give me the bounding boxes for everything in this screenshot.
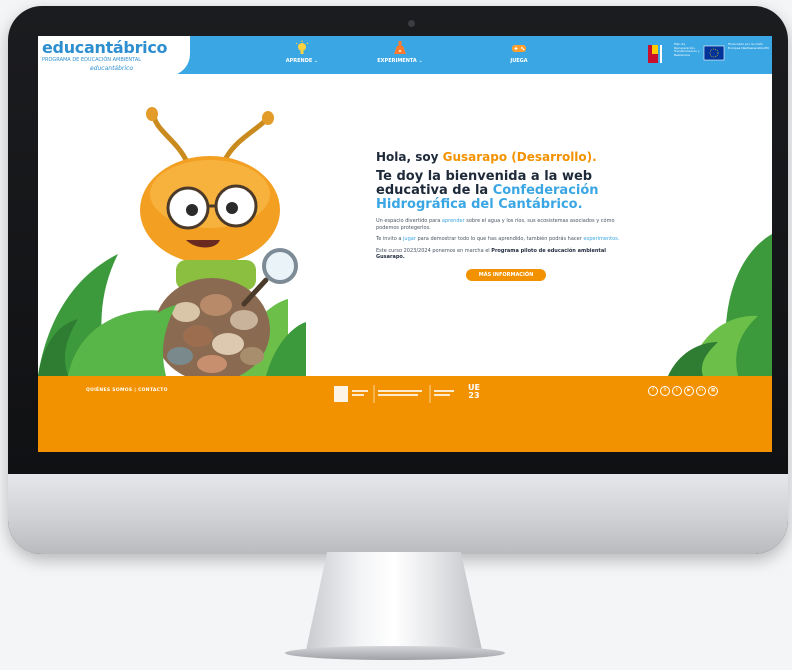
link-jugar[interactable]: jugar <box>403 236 416 242</box>
nav-label-experimenta: EXPERIMENTA ⌄ <box>377 58 423 64</box>
hero-welcome-title: Te doy la bienvenida a la web educativa … <box>376 170 626 212</box>
social-links: f Xt ▶ in ▦ <box>648 386 720 405</box>
flickr-icon[interactable]: ▦ <box>708 386 718 396</box>
gusarapo-mascot-illustration <box>116 107 306 376</box>
nav-item-aprende[interactable]: APRENDE ⌄ <box>282 40 322 64</box>
p1-text-a: Un espacio divertido para <box>376 218 442 224</box>
right-plants-illustration <box>668 234 772 376</box>
screen: educantábrico PROGRAMA DE EDUCACIÓN AMBI… <box>38 36 772 452</box>
twitter-icon[interactable]: t <box>672 386 682 396</box>
x-twitter-icon[interactable]: X <box>660 386 670 396</box>
ue23-logo: UE 23 <box>468 384 480 400</box>
logo-subtitle-2: educantábrico <box>90 65 134 72</box>
hero-paragraph-1: Un espacio divertido para aprender sobre… <box>376 218 626 231</box>
facebook-icon[interactable]: f <box>648 386 658 396</box>
footer: QUIÉNES SOMOS | CONTACTO UE 23 f Xt ▶ in ▦ <box>38 376 772 452</box>
monitor-base <box>285 646 505 660</box>
nav-label-aprende: APRENDE ⌄ <box>285 58 319 64</box>
more-info-button[interactable]: MÁS INFORMACIÓN <box>466 268 546 281</box>
p3-text-a: Este curso 2023/2024 ponemos en marcha e… <box>376 247 492 254</box>
site-logo[interactable]: educantábrico PROGRAMA DE EDUCACIÓN AMBI… <box>38 36 190 76</box>
link-experimentos[interactable]: experimentos. <box>583 236 619 242</box>
top-nav: educantábrico PROGRAMA DE EDUCACIÓN AMBI… <box>38 36 772 76</box>
gamepad-icon <box>512 45 526 52</box>
hero-section: Hola, soy Gusarapo (Desarrollo). Te doy … <box>38 74 772 376</box>
camera-dot <box>408 20 415 27</box>
p2-text-b: para demostrar todo lo que has aprendido… <box>415 236 584 242</box>
hero-paragraph-3: Este curso 2023/2024 ponemos en marcha e… <box>376 248 626 261</box>
hero-paragraph-2: Te invito a jugar para demostrar todo lo… <box>376 236 626 243</box>
hero-greeting: Hola, soy Gusarapo (Desarrollo). <box>376 150 626 164</box>
logo-subtitle: PROGRAMA DE EDUCACIÓN AMBIENTAL <box>42 57 142 63</box>
flask-icon <box>394 41 406 54</box>
monitor-stand <box>306 552 482 650</box>
eu-text-2: Financiado por la Unión Europea NextGene… <box>728 42 770 50</box>
greeting-name: Gusarapo (Desarrollo). <box>442 150 597 164</box>
footer-links[interactable]: QUIÉNES SOMOS | CONTACTO <box>86 388 168 393</box>
greeting-prefix: Hola, soy <box>376 150 443 164</box>
hero-text-block: Hola, soy Gusarapo (Desarrollo). Te doy … <box>376 150 626 281</box>
nav-item-juega[interactable]: JUEGA <box>504 40 534 64</box>
linkedin-icon[interactable]: in <box>696 386 706 396</box>
lightbulb-icon <box>295 40 309 54</box>
nav-label-juega: JUEGA <box>510 58 528 64</box>
link-aprender[interactable]: aprender <box>442 218 465 224</box>
ue-line-2: 23 <box>468 391 480 400</box>
monitor-chin <box>8 474 788 554</box>
eu-text-1: Plan de Recuperación, Transformación y R… <box>674 42 700 57</box>
youtube-icon[interactable]: ▶ <box>684 386 694 396</box>
logo-title: educantábrico <box>42 38 168 57</box>
nav-item-experimenta[interactable]: EXPERIMENTA ⌄ <box>372 40 428 64</box>
p2-text-a: Te invito a <box>376 236 404 242</box>
